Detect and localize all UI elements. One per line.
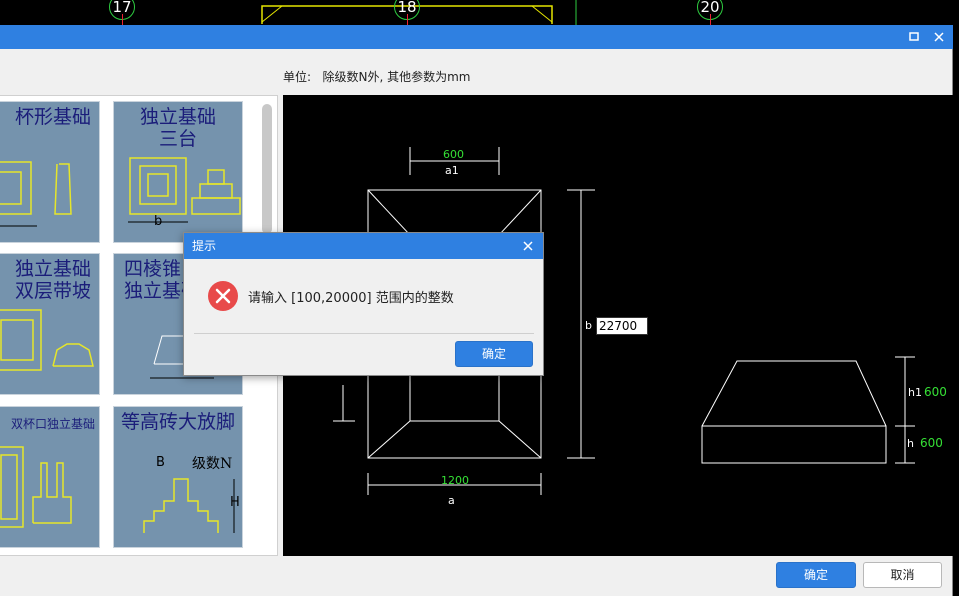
axis-line (122, 14, 123, 25)
thumbnail-three-step-foundation[interactable]: 独立基础 三台 b (113, 101, 243, 243)
b-value-input[interactable]: 22700 (596, 317, 648, 335)
double-cup-diagram (0, 446, 72, 528)
thumbnail-double-layer-slope[interactable]: 独立基础 双层带坡 (0, 253, 100, 395)
h-label: h (907, 437, 914, 450)
dim-label: b (154, 214, 163, 229)
alert-divider (194, 333, 534, 334)
dim-label: B (156, 455, 165, 470)
thumbnail-cup-foundation[interactable]: 杯形基础 (0, 101, 100, 243)
brick-footing-diagram (143, 478, 235, 533)
axis-line (407, 14, 408, 25)
h1-value: 600 (924, 385, 947, 399)
unit-label: 单位: 除级数N外, 其他参数为mm (283, 70, 471, 84)
b-label: b (585, 319, 592, 332)
gallery-scrollbar[interactable] (262, 104, 272, 234)
dim-label: H (230, 495, 240, 510)
alert-dialog: 提示 请输入 [100,20000] 范围内的整数 确定 (183, 232, 544, 376)
a-label: a (448, 494, 455, 507)
thumbnail-double-cup-foundation[interactable]: 双杯口独立基础 (0, 406, 100, 548)
cad-background-lines (261, 0, 577, 25)
ok-button[interactable]: 确定 (776, 562, 856, 588)
double-layer-diagram (0, 309, 94, 371)
error-icon (208, 281, 238, 311)
three-step-diagram (128, 157, 241, 223)
a1-label: a1 (445, 164, 459, 177)
h1-label: h1 (908, 386, 922, 399)
maximize-icon[interactable] (905, 28, 923, 46)
dialog-titlebar (0, 25, 953, 49)
cancel-button[interactable]: 取消 (863, 562, 942, 588)
a1-value: 600 (443, 148, 464, 161)
alert-message: 请输入 [100,20000] 范围内的整数 (248, 291, 454, 306)
levels-label: 级数N (192, 456, 233, 472)
thumbnail-brick-footing[interactable]: 等高砖大放脚 B 级数N H (113, 406, 243, 548)
a-value: 1200 (441, 474, 469, 487)
alert-ok-button[interactable]: 确定 (455, 341, 533, 367)
cad-background-strip: 17 18 20 (0, 0, 959, 25)
axis-line (710, 14, 711, 25)
close-icon[interactable] (930, 28, 948, 46)
cup-foundation-diagram (0, 161, 72, 227)
alert-close-icon[interactable] (519, 233, 537, 259)
alert-title: 提示 (184, 233, 543, 259)
h-value: 600 (920, 436, 943, 450)
